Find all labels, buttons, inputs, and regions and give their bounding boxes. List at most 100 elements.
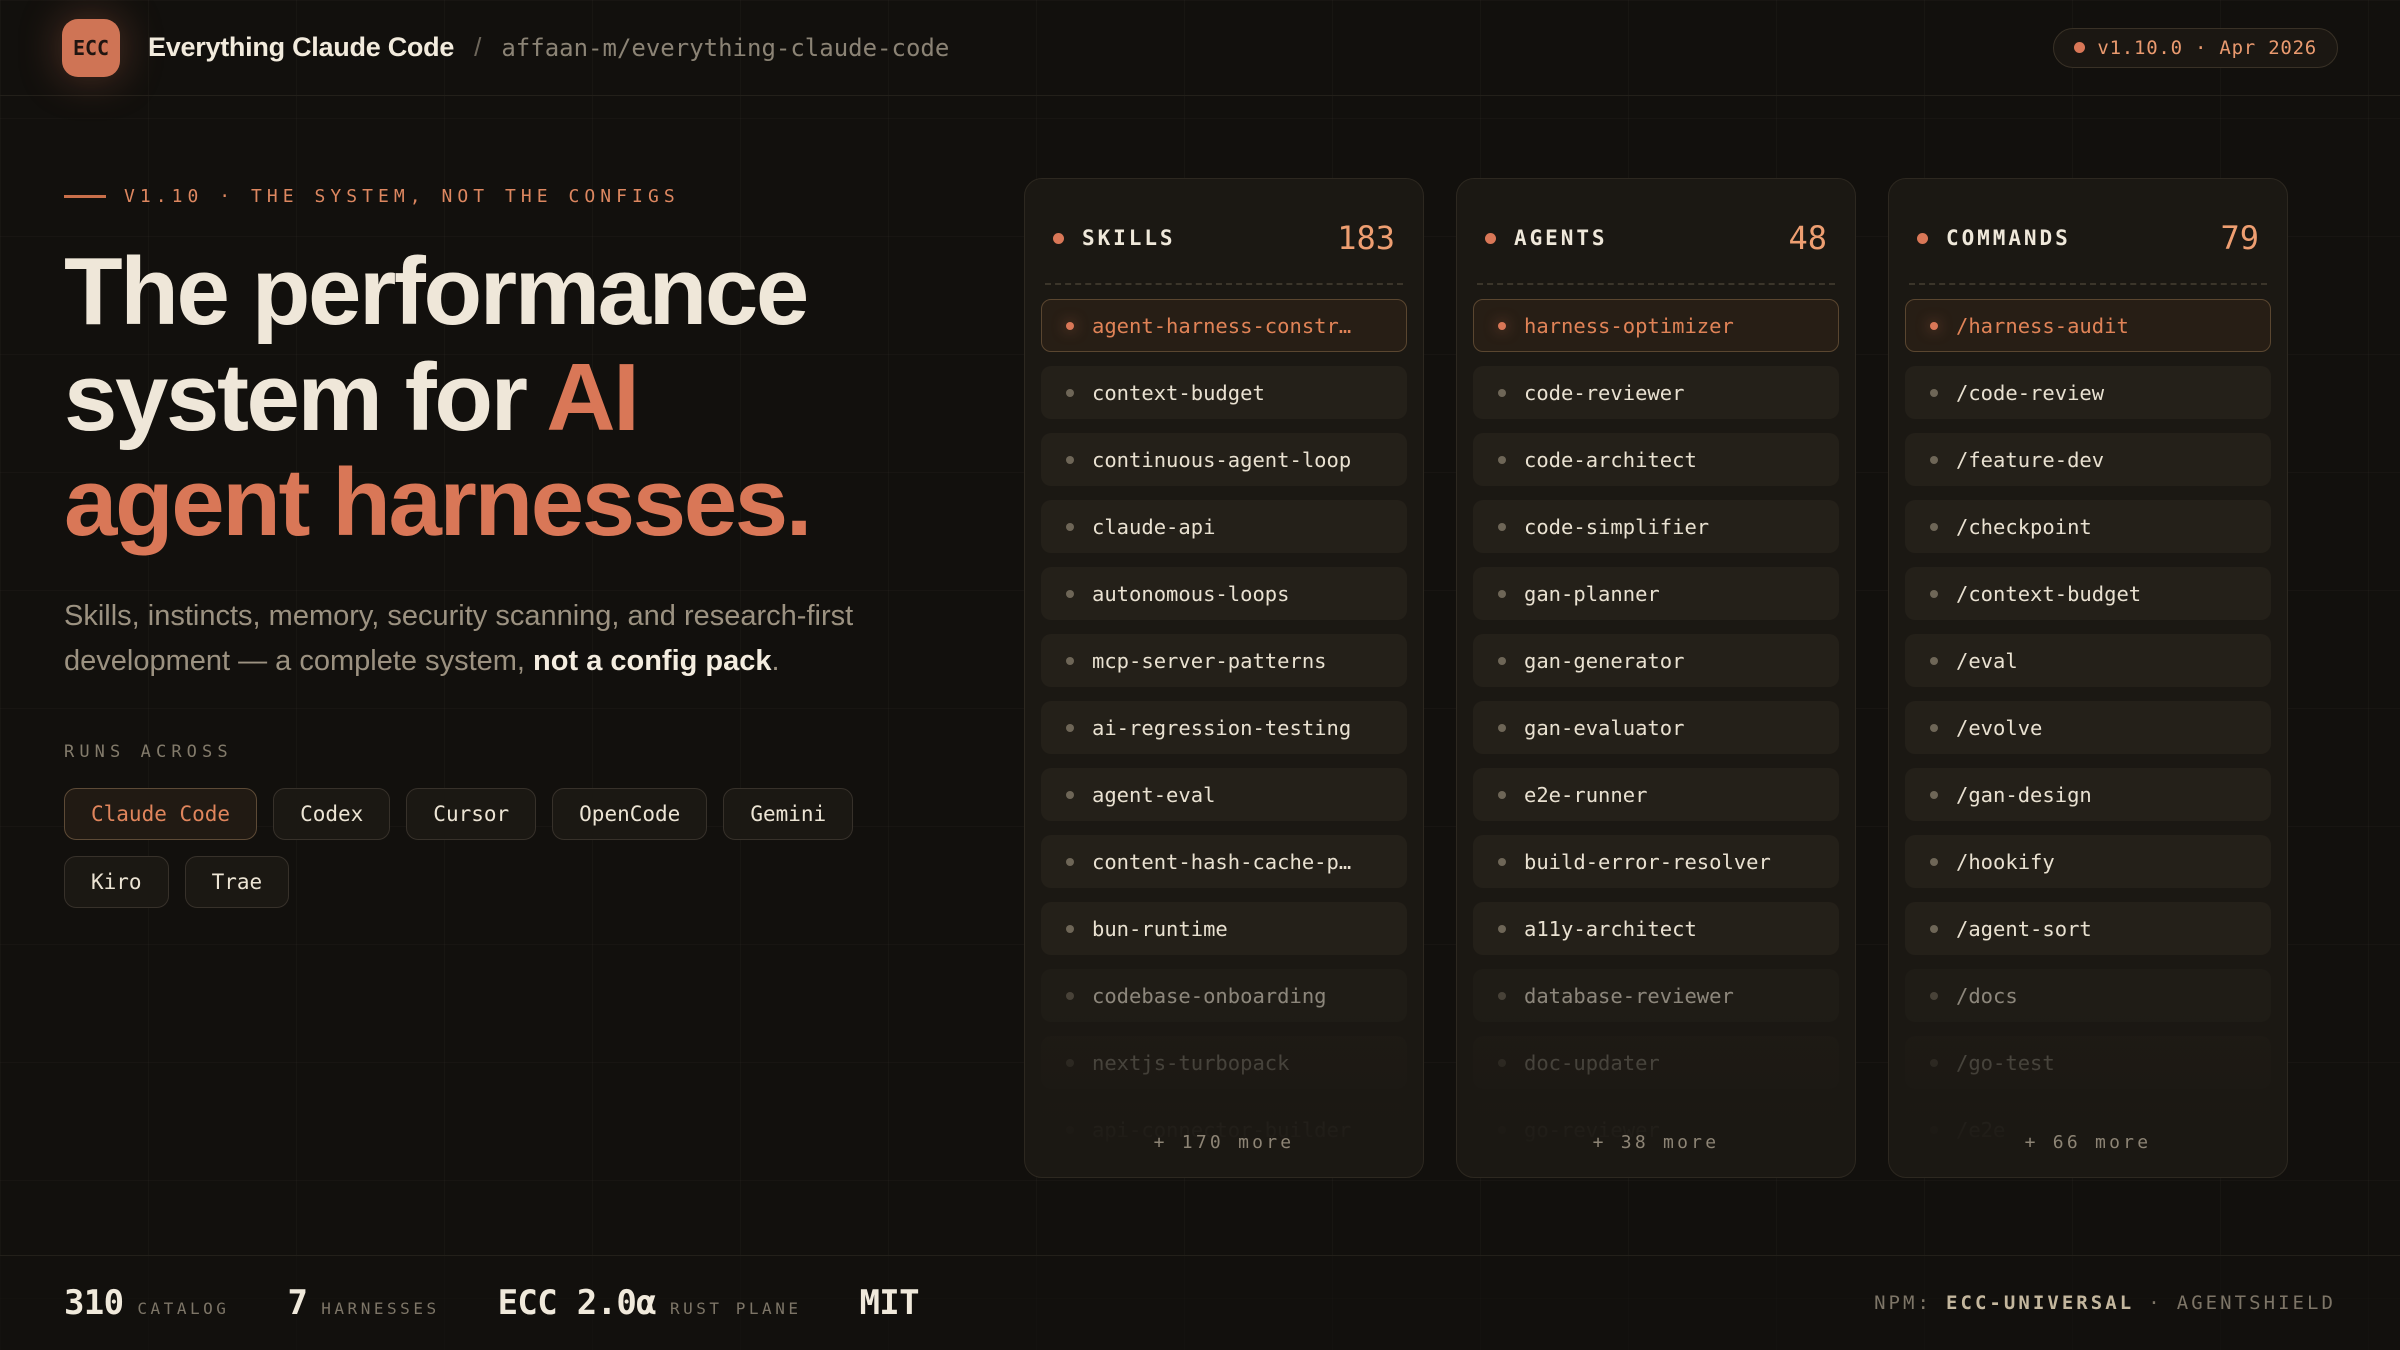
item-label: /docs xyxy=(1956,984,2018,1008)
card-header: AGENTS 48 xyxy=(1473,219,1839,257)
list-item[interactable]: a11y-architect xyxy=(1473,902,1839,955)
category-dot-icon xyxy=(1917,233,1928,244)
item-label: /go-test xyxy=(1956,1051,2055,1075)
list-item[interactable]: ai-regression-testing xyxy=(1041,701,1407,754)
status-dot-icon xyxy=(2074,42,2085,53)
harness-chip[interactable]: Claude Code xyxy=(64,788,257,840)
item-dot-icon xyxy=(1066,322,1074,330)
list-item[interactable]: bun-runtime xyxy=(1041,902,1407,955)
list-item[interactable]: agent-eval xyxy=(1041,768,1407,821)
list-item[interactable]: mcp-server-patterns xyxy=(1041,634,1407,687)
item-dot-icon xyxy=(1930,724,1938,732)
footer-stat: ECC 2.0α RUST PLANE xyxy=(498,1283,802,1323)
eyebrow-dash-icon xyxy=(64,195,106,198)
card-count: 48 xyxy=(1788,219,1827,257)
list-item[interactable]: claude-api xyxy=(1041,500,1407,553)
catalog-card: AGENTS 48 harness-optimizer code-reviewe… xyxy=(1456,178,1856,1178)
npm-package[interactable]: ECC-UNIVERSAL xyxy=(1946,1292,2134,1314)
list-item[interactable]: build-error-resolver xyxy=(1473,835,1839,888)
list-item[interactable]: /code-review xyxy=(1905,366,2271,419)
card-header: SKILLS 183 xyxy=(1041,219,1407,257)
item-dot-icon xyxy=(1498,322,1506,330)
card-title: SKILLS xyxy=(1082,226,1176,250)
list-item[interactable]: content-hash-cache-p… xyxy=(1041,835,1407,888)
main-content: V1.10 · THE SYSTEM, NOT THE CONFIGS The … xyxy=(0,96,2400,1178)
list-item[interactable]: gan-generator xyxy=(1473,634,1839,687)
list-item[interactable]: /checkpoint xyxy=(1905,500,2271,553)
list-item[interactable]: code-architect xyxy=(1473,433,1839,486)
item-dot-icon xyxy=(1498,791,1506,799)
list-item[interactable]: /harness-audit xyxy=(1905,299,2271,352)
more-count-label: + 66 more xyxy=(1889,1132,2287,1153)
item-dot-icon xyxy=(1066,590,1074,598)
list-item[interactable]: autonomous-loops xyxy=(1041,567,1407,620)
item-label: codebase-onboarding xyxy=(1092,984,1327,1008)
harness-chip[interactable]: Codex xyxy=(273,788,390,840)
item-dot-icon xyxy=(1930,456,1938,464)
list-item[interactable]: database-reviewer xyxy=(1473,969,1839,1022)
item-label: a11y-architect xyxy=(1524,917,1697,941)
item-label: harness-optimizer xyxy=(1524,314,1734,338)
list-item[interactable]: harness-optimizer xyxy=(1473,299,1839,352)
list-item[interactable]: gan-planner xyxy=(1473,567,1839,620)
harness-chip[interactable]: Gemini xyxy=(723,788,853,840)
list-item[interactable]: codebase-onboarding xyxy=(1041,969,1407,1022)
version-text: v1.10.0 · Apr 2026 xyxy=(2097,37,2317,59)
breadcrumb-separator: / xyxy=(474,32,481,63)
hero-section: V1.10 · THE SYSTEM, NOT THE CONFIGS The … xyxy=(64,96,1024,1178)
npm-info: NPM: ECC-UNIVERSAL · AGENTSHIELD xyxy=(1874,1292,2336,1314)
breadcrumb-repo[interactable]: affaan-m/everything-claude-code xyxy=(501,34,949,62)
list-item[interactable]: /go-test xyxy=(1905,1036,2271,1089)
list-item[interactable]: /gan-design xyxy=(1905,768,2271,821)
list-item[interactable]: /agent-sort xyxy=(1905,902,2271,955)
list-item[interactable]: /hookify xyxy=(1905,835,2271,888)
list-item[interactable]: e2e-runner xyxy=(1473,768,1839,821)
list-item[interactable]: continuous-agent-loop xyxy=(1041,433,1407,486)
list-item[interactable]: /eval xyxy=(1905,634,2271,687)
harness-chip[interactable]: Cursor xyxy=(406,788,536,840)
dashed-divider xyxy=(1045,283,1403,285)
item-label: /hookify xyxy=(1956,850,2055,874)
list-item[interactable]: gan-evaluator xyxy=(1473,701,1839,754)
ecc-logo: ECC xyxy=(62,19,120,77)
catalog-card: COMMANDS 79 /harness-audit /code-review … xyxy=(1888,178,2288,1178)
item-dot-icon xyxy=(1066,1059,1074,1067)
harness-chip[interactable]: Trae xyxy=(185,856,290,908)
item-label: agent-harness-constr… xyxy=(1092,314,1351,338)
list-item[interactable]: /docs xyxy=(1905,969,2271,1022)
item-dot-icon xyxy=(1930,322,1938,330)
list-item[interactable]: code-simplifier xyxy=(1473,500,1839,553)
eyebrow-text: V1.10 · THE SYSTEM, NOT THE CONFIGS xyxy=(124,186,680,207)
item-label: bun-runtime xyxy=(1092,917,1228,941)
list-item[interactable]: /context-budget xyxy=(1905,567,2271,620)
runs-across-label: RUNS ACROSS xyxy=(64,742,1024,762)
list-item[interactable]: nextjs-turbopack xyxy=(1041,1036,1407,1089)
card-list: agent-harness-constr… context-budget con… xyxy=(1041,299,1407,1156)
agentshield-label: AGENTSHIELD xyxy=(2177,1292,2336,1314)
npm-label: NPM: xyxy=(1874,1292,1932,1314)
footer-stats: 310CATALOG7HARNESSESECC 2.0αRUST PLANEMI… xyxy=(64,1283,919,1323)
list-item[interactable]: /feature-dev xyxy=(1905,433,2271,486)
item-dot-icon xyxy=(1930,590,1938,598)
list-item[interactable]: code-reviewer xyxy=(1473,366,1839,419)
stat-value: 7 xyxy=(287,1283,307,1323)
harness-chip[interactable]: Kiro xyxy=(64,856,169,908)
item-dot-icon xyxy=(1066,523,1074,531)
item-dot-icon xyxy=(1930,791,1938,799)
stat-value: ECC 2.0α xyxy=(498,1283,656,1323)
list-item[interactable]: /evolve xyxy=(1905,701,2271,754)
harness-chip[interactable]: OpenCode xyxy=(552,788,707,840)
item-label: /checkpoint xyxy=(1956,515,2092,539)
item-dot-icon xyxy=(1498,925,1506,933)
dashed-divider xyxy=(1477,283,1835,285)
item-dot-icon xyxy=(1498,858,1506,866)
dashed-divider xyxy=(1909,283,2267,285)
list-item[interactable]: doc-updater xyxy=(1473,1036,1839,1089)
item-label: gan-planner xyxy=(1524,582,1660,606)
stat-label: RUST PLANE xyxy=(670,1299,802,1318)
item-dot-icon xyxy=(1930,858,1938,866)
item-dot-icon xyxy=(1930,992,1938,1000)
list-item[interactable]: agent-harness-constr… xyxy=(1041,299,1407,352)
app-footer: 310CATALOG7HARNESSESECC 2.0αRUST PLANEMI… xyxy=(0,1255,2400,1350)
list-item[interactable]: context-budget xyxy=(1041,366,1407,419)
